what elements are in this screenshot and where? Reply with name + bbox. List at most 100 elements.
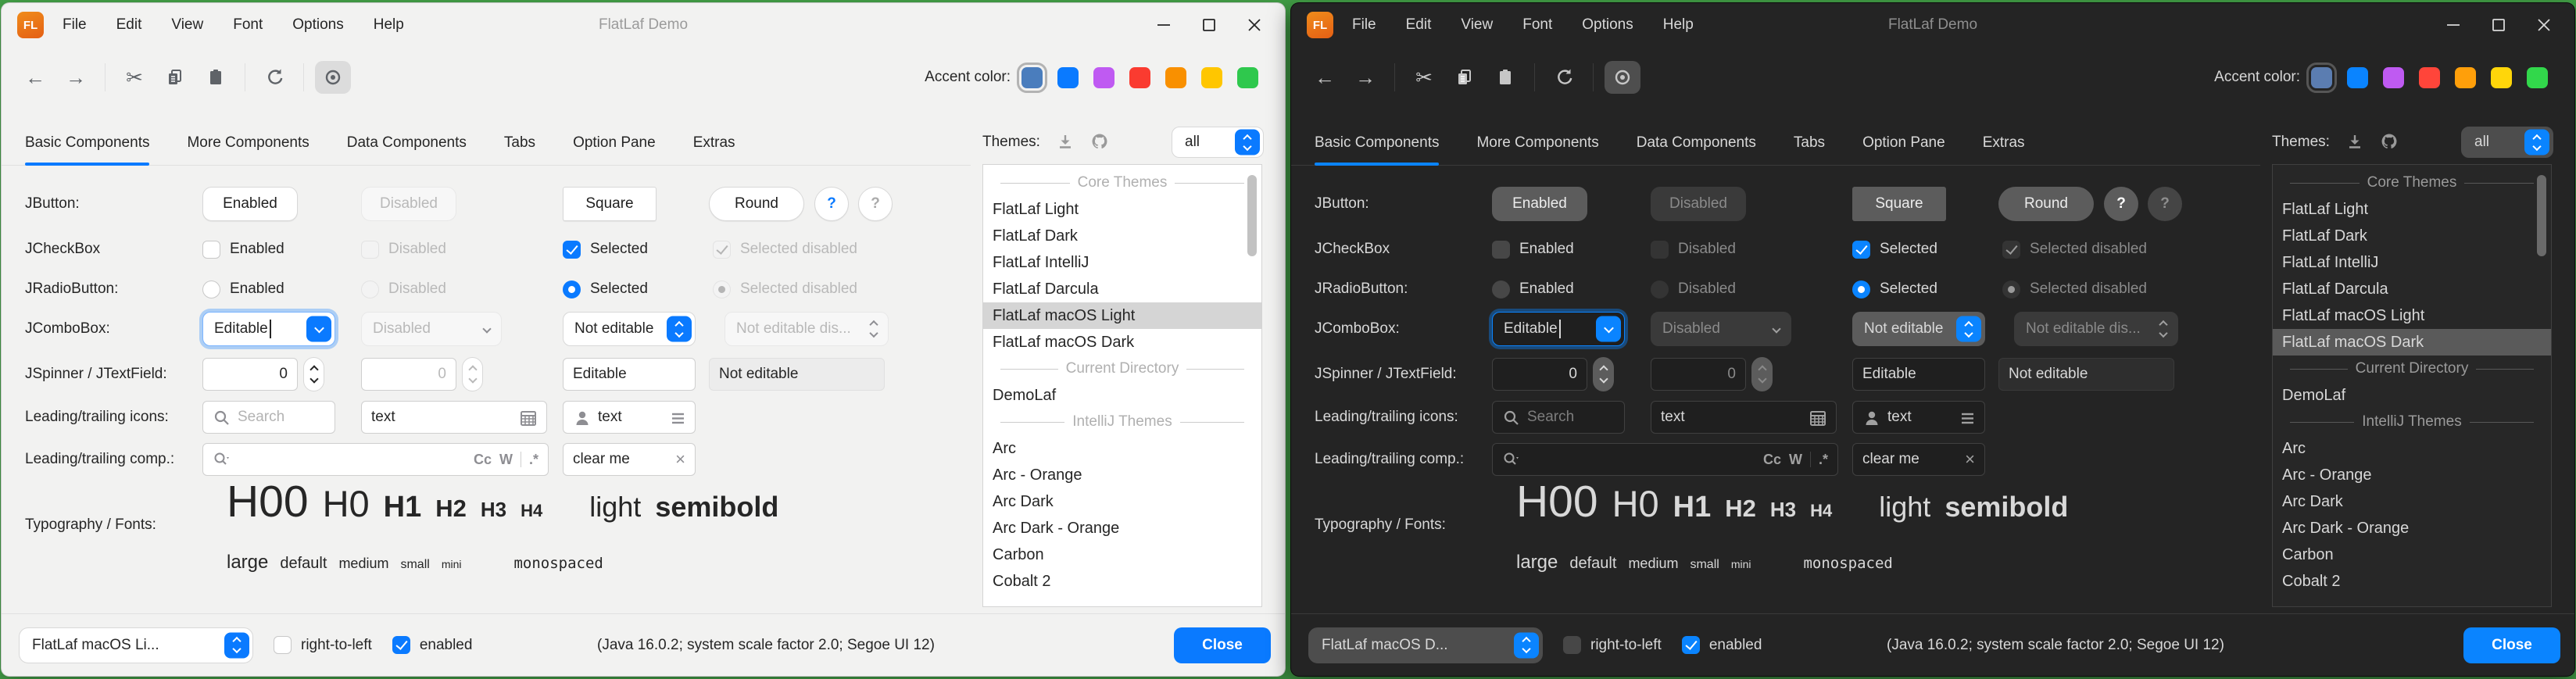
accent-swatch[interactable]: [2383, 67, 2404, 88]
theme-list-item[interactable]: FlatLaf IntelliJ: [2273, 249, 2551, 276]
checkbox-icon[interactable]: [1563, 636, 1581, 654]
tab[interactable]: Option Pane: [573, 120, 656, 165]
theme-list-item[interactable]: Arc Dark: [983, 488, 1261, 515]
minimize-button[interactable]: [2431, 7, 2476, 43]
scrollbar-thumb[interactable]: [1247, 175, 1257, 256]
accent-swatch[interactable]: [1201, 67, 1222, 88]
round-button[interactable]: Round: [709, 187, 804, 221]
refresh-icon[interactable]: [1546, 61, 1582, 94]
combobox-arrow-icon[interactable]: [306, 316, 331, 342]
square-button[interactable]: Square: [563, 187, 657, 221]
radio-enabled[interactable]: Enabled: [202, 270, 284, 309]
tab[interactable]: Data Components: [1637, 120, 1756, 165]
menu-item[interactable]: Font: [233, 16, 263, 34]
close-window-button[interactable]: [2521, 7, 2567, 43]
clearable-field[interactable]: clear me ×: [563, 443, 696, 476]
laf-combobox[interactable]: FlatLaf macOS Li...: [19, 627, 253, 663]
back-button[interactable]: ←: [17, 61, 53, 94]
theme-list-item[interactable]: Core Themes: [983, 170, 1261, 196]
checkbox-icon[interactable]: [202, 241, 220, 259]
tab[interactable]: More Components: [187, 120, 309, 165]
checkbox-checked-icon[interactable]: [1852, 241, 1870, 259]
close-dialog-button[interactable]: Close: [1174, 627, 1271, 663]
tab[interactable]: Extras: [693, 120, 735, 165]
square-button[interactable]: Square: [1852, 187, 1946, 221]
tab[interactable]: Tabs: [504, 120, 535, 165]
menu-item[interactable]: Options: [1582, 16, 1633, 34]
tab[interactable]: Option Pane: [1862, 120, 1945, 165]
theme-filter-combobox[interactable]: all: [2461, 127, 2553, 158]
theme-list-item[interactable]: FlatLaf macOS Dark: [983, 329, 1261, 356]
combobox-stepper-icon[interactable]: [2524, 130, 2549, 155]
tab[interactable]: Basic Components: [25, 120, 149, 165]
theme-list-item[interactable]: Cobalt 2: [983, 568, 1261, 595]
theme-list-item[interactable]: FlatLaf Darcula: [983, 276, 1261, 302]
close-dialog-button[interactable]: Close: [2463, 627, 2560, 663]
regex-button[interactable]: .*: [1819, 452, 1828, 468]
checkbox-selected[interactable]: Selected: [1852, 230, 1937, 269]
download-icon[interactable]: [1056, 133, 1075, 152]
search-options-field[interactable]: Cc W .*: [202, 443, 549, 476]
tab[interactable]: Basic Components: [1315, 120, 1439, 165]
radio-checked-icon[interactable]: [1852, 281, 1870, 298]
checkbox-icon[interactable]: [274, 636, 292, 654]
scrollbar-thumb[interactable]: [2537, 175, 2546, 256]
enabled-button[interactable]: Enabled: [202, 187, 298, 221]
accent-swatch[interactable]: [1021, 67, 1043, 88]
maximize-button[interactable]: [2476, 7, 2521, 43]
calendar-icon[interactable]: [519, 409, 537, 427]
tab[interactable]: Data Components: [347, 120, 467, 165]
date-field[interactable]: text: [1651, 401, 1837, 434]
theme-list-item[interactable]: FlatLaf macOS Dark: [2273, 329, 2551, 356]
checkbox-enabled[interactable]: Enabled: [1492, 230, 1574, 269]
user-field[interactable]: text: [563, 401, 696, 434]
cut-icon[interactable]: ✂: [116, 61, 152, 94]
accent-swatch[interactable]: [2419, 67, 2440, 88]
theme-list-item[interactable]: Core Themes: [2273, 170, 2551, 196]
user-field[interactable]: text: [1852, 401, 1985, 434]
theme-list-item[interactable]: Arc Dark - Orange: [983, 515, 1261, 541]
paste-icon[interactable]: [1487, 61, 1523, 94]
combobox-stepper-icon[interactable]: [1235, 130, 1260, 155]
editable-textfield[interactable]: Editable: [1852, 358, 1985, 391]
clearable-field[interactable]: clear me ×: [1852, 443, 1985, 476]
download-icon[interactable]: [2345, 133, 2364, 152]
not-editable-combobox[interactable]: Not editable: [563, 312, 696, 346]
menu-item[interactable]: File: [63, 16, 87, 34]
menu-item[interactable]: View: [1461, 16, 1493, 34]
theme-list-item[interactable]: IntelliJ Themes: [983, 409, 1261, 435]
accent-swatch[interactable]: [1129, 67, 1150, 88]
search-field[interactable]: Search: [202, 401, 335, 434]
accent-swatch[interactable]: [2455, 67, 2476, 88]
theme-list-item[interactable]: Carbon: [983, 541, 1261, 568]
show-eye-toggle[interactable]: [1605, 61, 1640, 94]
accent-swatch[interactable]: [2347, 67, 2368, 88]
tab[interactable]: More Components: [1476, 120, 1598, 165]
help-button[interactable]: ?: [2104, 187, 2138, 221]
accent-swatch[interactable]: [2527, 67, 2548, 88]
theme-list-item[interactable]: DemoLaf: [2273, 382, 2551, 409]
whole-word-button[interactable]: W: [1789, 452, 1802, 468]
clear-icon[interactable]: ×: [675, 451, 685, 468]
theme-list-item[interactable]: FlatLaf macOS Light: [2273, 302, 2551, 329]
radio-enabled[interactable]: Enabled: [1492, 270, 1574, 309]
search-menu-icon[interactable]: [213, 451, 231, 469]
enabled-button[interactable]: Enabled: [1492, 187, 1587, 221]
checkbox-icon[interactable]: [1492, 241, 1510, 259]
theme-list-item[interactable]: Arc Dark: [2273, 488, 2551, 515]
combobox-stepper-icon[interactable]: [1956, 316, 1981, 342]
radio-checked-icon[interactable]: [563, 281, 581, 298]
search-field[interactable]: Search: [1492, 401, 1625, 434]
github-icon[interactable]: [1090, 132, 1111, 152]
help-button[interactable]: ?: [814, 187, 849, 221]
radio-selected[interactable]: Selected: [1852, 270, 1937, 309]
right-to-left-checkbox[interactable]: right-to-left: [1563, 626, 1662, 665]
theme-list-item[interactable]: Arc - Orange: [2273, 462, 2551, 488]
tab[interactable]: Tabs: [1794, 120, 1825, 165]
enabled-checkbox[interactable]: enabled: [1682, 626, 1762, 665]
accent-swatch[interactable]: [1165, 67, 1186, 88]
theme-list-item[interactable]: Carbon: [2273, 541, 2551, 568]
spinner-field[interactable]: 0: [1492, 358, 1587, 391]
whole-word-button[interactable]: W: [499, 452, 513, 468]
clear-icon[interactable]: ×: [1965, 451, 1975, 468]
